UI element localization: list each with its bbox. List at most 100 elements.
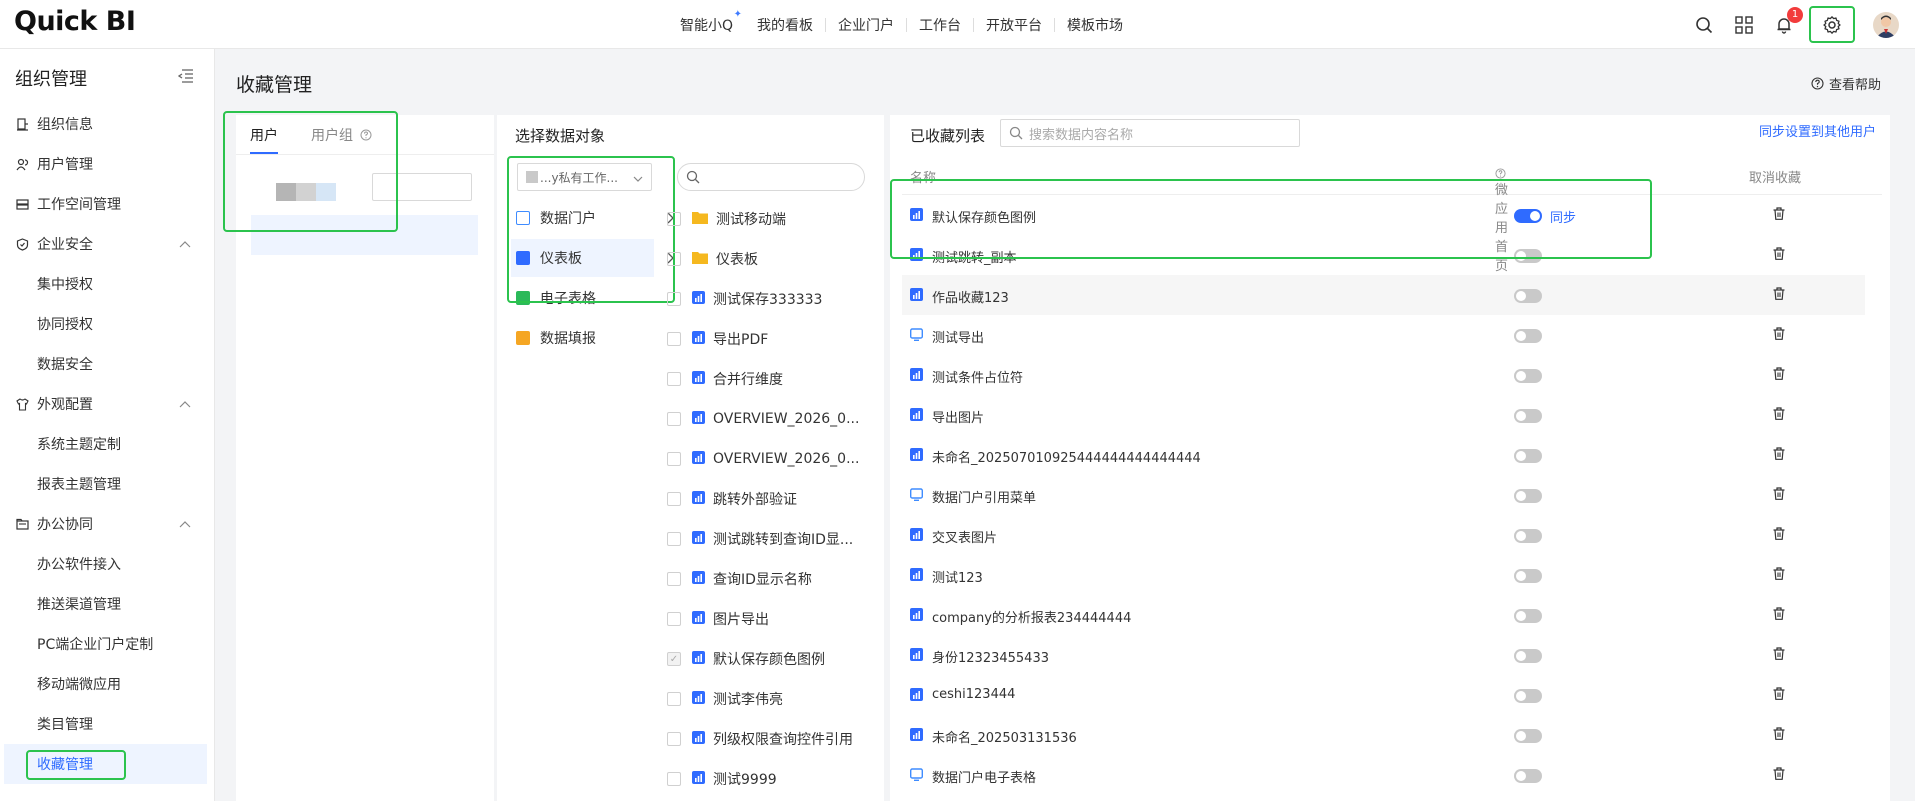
sidebar-group-appearance[interactable]: 外观配置 xyxy=(0,384,215,424)
trash-icon[interactable] xyxy=(1773,207,1785,224)
sidebar-group-office-collab[interactable]: 办公协同 xyxy=(0,504,215,544)
nav-enterprise-portal[interactable]: 企业门户 xyxy=(826,15,906,35)
favorite-name[interactable]: ceshi123444 xyxy=(932,687,1015,702)
sidebar-item-user-management[interactable]: 用户管理 xyxy=(0,144,215,184)
object-list-item[interactable]: OVERVIEW_2026_0... xyxy=(667,399,877,439)
mini-app-home-toggle[interactable] xyxy=(1514,289,1542,303)
checkbox[interactable] xyxy=(667,692,681,706)
trash-icon[interactable] xyxy=(1773,367,1785,384)
object-list-item[interactable]: 测试李伟亮 xyxy=(667,679,877,719)
favorite-name[interactable]: company的分析报表234444444 xyxy=(932,607,1131,626)
trash-icon[interactable] xyxy=(1773,247,1785,264)
mini-app-home-toggle[interactable] xyxy=(1514,489,1542,503)
object-list-item[interactable]: 测试保存333333 xyxy=(667,279,877,319)
quick-bi-logo[interactable]: Quick BI xyxy=(14,6,136,37)
trash-icon[interactable] xyxy=(1773,447,1785,464)
trash-icon[interactable] xyxy=(1773,767,1785,784)
mini-app-home-toggle[interactable] xyxy=(1514,569,1542,583)
object-list-item[interactable]: 合并行维度 xyxy=(667,359,877,399)
checkbox[interactable] xyxy=(667,212,681,226)
object-list-item[interactable]: OVERVIEW_2026_0... xyxy=(667,439,877,479)
sidebar-item-data-security[interactable]: 数据安全 xyxy=(0,344,215,384)
sidebar-group-more[interactable]: ... xyxy=(0,787,215,801)
apps-grid-icon[interactable] xyxy=(1733,14,1755,36)
favorite-name[interactable]: 导出图片 xyxy=(932,407,984,426)
sidebar-item-mobile-app[interactable]: 移动端微应用 xyxy=(0,664,215,704)
checkbox[interactable] xyxy=(667,492,681,506)
checkbox[interactable] xyxy=(667,732,681,746)
sidebar-item-pc-portal[interactable]: PC端企业门户定制 xyxy=(0,624,215,664)
trash-icon[interactable] xyxy=(1773,527,1785,544)
object-list-item[interactable]: 导出PDF xyxy=(667,319,877,359)
mini-app-home-toggle[interactable] xyxy=(1514,609,1542,623)
checkbox[interactable] xyxy=(667,372,681,386)
favorite-name[interactable]: 数据门户引用菜单 xyxy=(932,487,1036,506)
object-list-item[interactable]: 跳转外部验证 xyxy=(667,479,877,519)
mini-app-home-toggle[interactable] xyxy=(1514,689,1542,703)
object-search-input[interactable] xyxy=(677,163,865,191)
trash-icon[interactable] xyxy=(1773,487,1785,504)
checkbox[interactable] xyxy=(667,772,681,786)
sidebar-item-org-info[interactable]: 组织信息 xyxy=(0,104,215,144)
collapse-sidebar-icon[interactable] xyxy=(177,69,194,87)
object-list-item[interactable]: 仪表板 xyxy=(667,239,877,279)
sync-to-other-users-link[interactable]: 同步设置到其他用户 xyxy=(1759,121,1876,140)
category-data-entry[interactable]: 数据填报 xyxy=(511,319,654,357)
nav-smart-q[interactable]: 智能小Q ✦ xyxy=(668,9,745,35)
nav-template-market[interactable]: 模板市场 xyxy=(1055,15,1135,35)
favorite-name[interactable]: 交叉表图片 xyxy=(932,527,997,546)
favorite-name[interactable]: 测试123 xyxy=(932,567,983,586)
mini-app-home-toggle[interactable] xyxy=(1514,769,1542,783)
checkbox-checked[interactable]: ✓ xyxy=(667,652,681,666)
checkbox[interactable] xyxy=(667,572,681,586)
trash-icon[interactable] xyxy=(1773,607,1785,624)
favorite-name[interactable]: 未命名_202503131536 xyxy=(932,727,1077,746)
checkbox[interactable] xyxy=(667,612,681,626)
mini-app-home-toggle[interactable] xyxy=(1514,449,1542,463)
favorite-name[interactable]: 数据门户电子表格 xyxy=(932,767,1036,786)
favorite-name[interactable]: 未命名_202507010925444444444444444 xyxy=(932,447,1201,466)
favorite-name[interactable]: 身份12323455433 xyxy=(932,647,1049,666)
trash-icon[interactable] xyxy=(1773,567,1785,584)
checkbox[interactable] xyxy=(667,332,681,346)
bell-icon[interactable]: 1 xyxy=(1773,6,1803,36)
favorite-name[interactable]: 作品收藏123 xyxy=(932,287,1009,306)
nav-my-boards[interactable]: 我的看板 xyxy=(745,15,825,35)
checkbox[interactable] xyxy=(667,532,681,546)
trash-icon[interactable] xyxy=(1773,327,1785,344)
sidebar-item-office-software[interactable]: 办公软件接入 xyxy=(0,544,215,584)
mini-app-home-toggle[interactable] xyxy=(1514,729,1542,743)
sidebar-group-enterprise-security[interactable]: 企业安全 xyxy=(0,224,215,264)
mini-app-home-toggle[interactable] xyxy=(1514,409,1542,423)
mini-app-home-toggle[interactable] xyxy=(1514,649,1542,663)
trash-icon[interactable] xyxy=(1773,647,1785,664)
sidebar-item-system-theme[interactable]: 系统主题定制 xyxy=(0,424,215,464)
sidebar-item-central-auth[interactable]: 集中授权 xyxy=(0,264,215,304)
favorite-name[interactable]: 测试导出 xyxy=(932,327,984,346)
trash-icon[interactable] xyxy=(1773,727,1785,744)
object-list-item[interactable]: 图片导出 xyxy=(667,599,877,639)
search-icon[interactable] xyxy=(1693,14,1715,36)
favorite-name[interactable]: 测试条件占位符 xyxy=(932,367,1023,386)
sidebar-item-favorites[interactable]: 收藏管理 xyxy=(4,744,207,784)
object-list-item[interactable]: ✓ 默认保存颜色图例 xyxy=(667,639,877,679)
checkbox[interactable] xyxy=(667,452,681,466)
object-list-item[interactable]: 测试跳转到查询ID显... xyxy=(667,519,877,559)
object-list-item[interactable]: 列级权限查询控件引用 xyxy=(667,719,877,759)
checkbox[interactable] xyxy=(667,292,681,306)
favorites-search-input[interactable]: 搜索数据内容名称 xyxy=(1000,119,1300,147)
checkbox[interactable] xyxy=(667,412,681,426)
settings-button[interactable] xyxy=(1809,6,1855,43)
trash-icon[interactable] xyxy=(1773,687,1785,704)
user-avatar[interactable] xyxy=(1873,11,1899,38)
mini-app-home-toggle[interactable] xyxy=(1514,329,1542,343)
object-list-item[interactable]: 测试9999 xyxy=(667,759,877,799)
trash-icon[interactable] xyxy=(1773,287,1785,304)
mini-app-home-toggle[interactable] xyxy=(1514,369,1542,383)
object-list-item[interactable]: 测试移动端 xyxy=(667,199,877,239)
sidebar-item-category[interactable]: 类目管理 xyxy=(0,704,215,744)
help-link[interactable]: 查看帮助 xyxy=(1811,74,1881,93)
checkbox[interactable] xyxy=(667,252,681,266)
sidebar-item-push-channel[interactable]: 推送渠道管理 xyxy=(0,584,215,624)
sidebar-item-report-theme[interactable]: 报表主题管理 xyxy=(0,464,215,504)
